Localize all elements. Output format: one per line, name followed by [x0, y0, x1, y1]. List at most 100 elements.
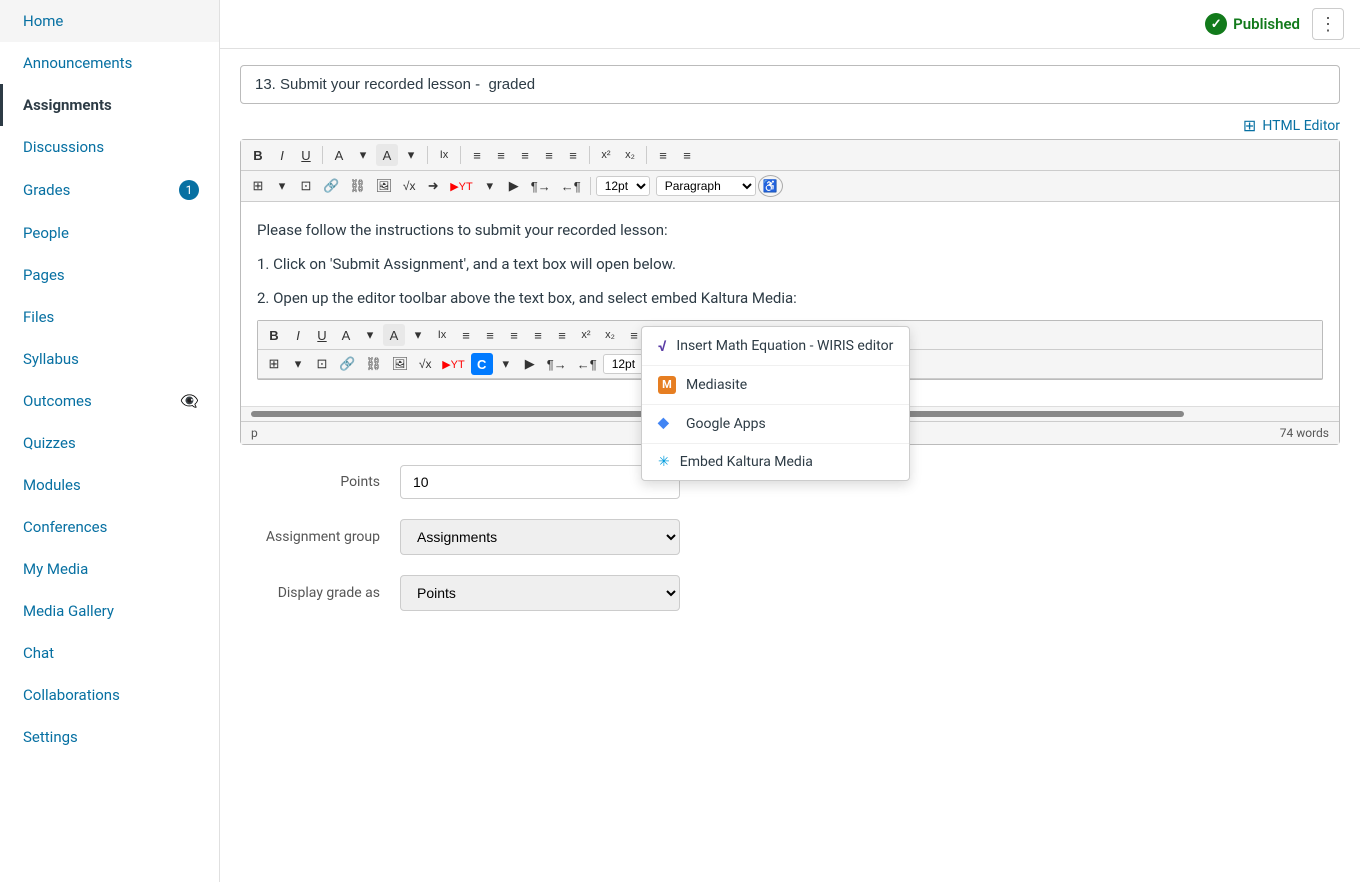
dropdown-item-math[interactable]: √ Insert Math Equation - WIRIS editor: [642, 327, 909, 366]
sidebar-item-home[interactable]: Home: [0, 0, 219, 42]
dropdown-item-label: Embed Kaltura Media: [680, 454, 813, 470]
accessibility-button[interactable]: ♿: [758, 175, 783, 197]
sidebar-item-chat[interactable]: Chat: [0, 632, 219, 674]
inner-math[interactable]: √x: [414, 353, 436, 375]
bold-button[interactable]: B: [247, 144, 269, 166]
inner-unlink[interactable]: ⛓: [361, 353, 386, 375]
youtube-button[interactable]: ▶YT: [446, 175, 477, 197]
sidebar-item-media-gallery[interactable]: Media Gallery: [0, 590, 219, 632]
sidebar-item-outcomes[interactable]: Outcomes 👁‍🗨: [0, 380, 219, 422]
video-button[interactable]: ▶: [503, 175, 525, 197]
sidebar-item-syllabus[interactable]: Syllabus: [0, 338, 219, 380]
table-dropdown[interactable]: ▾: [271, 175, 293, 197]
highlight-dropdown[interactable]: ▾: [400, 144, 422, 166]
external-tools-dropdown[interactable]: ▾: [479, 175, 501, 197]
align-right-button[interactable]: ≡: [514, 144, 536, 166]
dropdown-item-mediasite[interactable]: M Mediasite: [642, 366, 909, 405]
inner-italic-button[interactable]: I: [287, 324, 309, 346]
sidebar-item-modules[interactable]: Modules: [0, 464, 219, 506]
sidebar-item-label: Announcements: [23, 54, 132, 72]
assignment-group-select[interactable]: Assignments: [400, 519, 680, 555]
separator: [460, 146, 461, 164]
arrow-button[interactable]: ➜: [422, 175, 444, 197]
unlink-button[interactable]: ⛓: [345, 175, 370, 197]
ltr-button[interactable]: ¶→: [527, 175, 555, 197]
inner-font-color-drop[interactable]: ▾: [359, 324, 381, 346]
indent-button[interactable]: ≡: [562, 144, 584, 166]
assignment-title-input[interactable]: [240, 65, 1340, 104]
paragraph-select[interactable]: Paragraph Heading 1 Heading 2: [656, 176, 756, 196]
inner-font-color[interactable]: A: [335, 324, 357, 346]
published-label: Published: [1233, 15, 1300, 33]
inner-external-drop2[interactable]: ▾: [495, 353, 517, 375]
clear-format-button[interactable]: Ix: [433, 144, 455, 166]
inner-align-c[interactable]: ≡: [479, 324, 501, 346]
image-button[interactable]: 🖼: [372, 175, 397, 197]
toolbar-row1: B I U A ▾ A ▾ Ix ≡ ≡ ≡ ≡ ≡ x² x₂ ≡ ≡: [241, 140, 1339, 171]
rtl-button[interactable]: ←¶: [557, 175, 585, 197]
sidebar-item-people[interactable]: People: [0, 212, 219, 254]
align-center-button[interactable]: ≡: [490, 144, 512, 166]
font-color-button[interactable]: A: [328, 144, 350, 166]
sidebar-item-conferences[interactable]: Conferences: [0, 506, 219, 548]
inner-ltr[interactable]: ¶→: [543, 353, 571, 375]
inner-highlight[interactable]: A: [383, 324, 405, 346]
inner-align-j[interactable]: ≡: [527, 324, 549, 346]
sidebar-item-my-media[interactable]: My Media: [0, 548, 219, 590]
inner-clear[interactable]: Ix: [431, 324, 453, 346]
inner-rtl[interactable]: ←¶: [573, 353, 601, 375]
editor-area[interactable]: Please follow the instructions to submit…: [241, 202, 1339, 421]
inner-link[interactable]: 🔗: [335, 353, 359, 375]
inner-image[interactable]: 🖼: [388, 353, 413, 375]
kaltura-icon: ✳: [658, 454, 670, 470]
inner-highlight-drop[interactable]: ▾: [407, 324, 429, 346]
italic-button[interactable]: I: [271, 144, 293, 166]
superscript-button[interactable]: x²: [595, 144, 617, 166]
inner-external-drop[interactable]: C: [471, 353, 493, 375]
sidebar-item-discussions[interactable]: Discussions: [0, 126, 219, 168]
sidebar-item-files[interactable]: Files: [0, 296, 219, 338]
inner-bold-button[interactable]: B: [263, 324, 285, 346]
inner-table[interactable]: ⊞: [263, 353, 285, 375]
separator: [427, 146, 428, 164]
align-justify-button[interactable]: ≡: [538, 144, 560, 166]
inner-sup[interactable]: x²: [575, 324, 597, 346]
sidebar-item-collaborations[interactable]: Collaborations: [0, 674, 219, 716]
inner-table-drop[interactable]: ▾: [287, 353, 309, 375]
numbered-list-button[interactable]: ≡: [676, 144, 698, 166]
underline-button[interactable]: U: [295, 144, 317, 166]
subscript-button[interactable]: x₂: [619, 144, 641, 166]
more-options-button[interactable]: ⋮: [1312, 8, 1344, 40]
inner-video[interactable]: ▶: [519, 353, 541, 375]
sidebar-item-announcements[interactable]: Announcements: [0, 42, 219, 84]
inner-media[interactable]: ⊡: [311, 353, 333, 375]
sidebar-item-grades[interactable]: Grades 1: [0, 168, 219, 212]
font-size-select[interactable]: 12pt 10pt 14pt 18pt 24pt: [596, 176, 650, 196]
display-grade-select[interactable]: Points Percentage Letter Grade GPA Scale…: [400, 575, 680, 611]
inner-indent[interactable]: ≡: [551, 324, 573, 346]
html-editor-link[interactable]: HTML Editor: [1262, 118, 1340, 134]
sidebar-item-settings[interactable]: Settings: [0, 716, 219, 758]
table-button[interactable]: ⊞: [247, 175, 269, 197]
link-button[interactable]: 🔗: [319, 175, 343, 197]
font-color-dropdown[interactable]: ▾: [352, 144, 374, 166]
points-input[interactable]: [400, 465, 680, 499]
dropdown-item-google[interactable]: ◆ Google Apps: [642, 405, 909, 444]
inner-align-r[interactable]: ≡: [503, 324, 525, 346]
inner-align-l[interactable]: ≡: [455, 324, 477, 346]
inner-youtube[interactable]: ▶YT: [438, 353, 469, 375]
dropdown-item-kaltura[interactable]: ✳ Embed Kaltura Media: [642, 444, 909, 480]
sidebar-item-quizzes[interactable]: Quizzes: [0, 422, 219, 464]
sidebar-item-pages[interactable]: Pages: [0, 254, 219, 296]
sidebar-item-label: Modules: [23, 476, 81, 494]
highlight-button[interactable]: A: [376, 144, 398, 166]
align-left-button[interactable]: ≡: [466, 144, 488, 166]
dropdown-item-label: Insert Math Equation - WIRIS editor: [676, 338, 893, 354]
media-embed-button[interactable]: ⊡: [295, 175, 317, 197]
math-button[interactable]: √x: [398, 175, 420, 197]
inner-sub[interactable]: x₂: [599, 324, 621, 346]
bullet-list-button[interactable]: ≡: [652, 144, 674, 166]
grades-badge: 1: [179, 180, 199, 200]
inner-underline-button[interactable]: U: [311, 324, 333, 346]
sidebar-item-assignments[interactable]: Assignments: [0, 84, 219, 126]
